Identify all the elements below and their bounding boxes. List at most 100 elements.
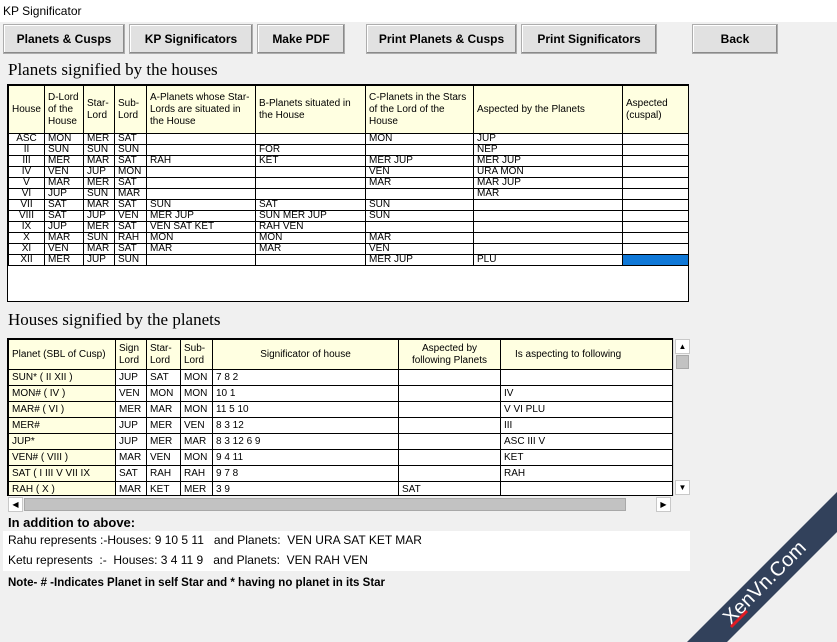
make-pdf-button[interactable]: Make PDF: [257, 24, 345, 54]
house-cell: NEP: [473, 144, 623, 156]
planets-cusps-button[interactable]: Planets & Cusps: [3, 24, 125, 54]
planet-cell: 3 9: [212, 481, 399, 495]
house-cell: SAT: [114, 133, 147, 145]
house-cell: [255, 177, 366, 189]
print-significators-button[interactable]: Print Significators: [521, 24, 657, 54]
house-cell: MAR: [44, 232, 84, 244]
planet-cell: JUP: [115, 417, 147, 434]
back-button[interactable]: Back: [692, 24, 778, 54]
scroll-left-button[interactable]: ◀: [8, 497, 23, 512]
planet-cell: [398, 433, 501, 450]
house-cell: RAH: [146, 155, 256, 167]
house-row[interactable]: IV VEN JUP MON VEN URA MON: [8, 166, 688, 178]
header-aspected-by: Aspected by the Planets: [473, 85, 623, 134]
house-row[interactable]: XI VEN MAR SAT MAR MAR VEN: [8, 243, 688, 255]
house-cell: MER: [83, 221, 115, 233]
house-cell: [622, 155, 688, 167]
house-cell: [473, 210, 623, 222]
house-cell: MAR: [146, 243, 256, 255]
house-cell: URA MON: [473, 166, 623, 178]
planet-cell: MER: [180, 481, 213, 495]
planet-row[interactable]: JUP* JUP MER MAR 8 3 12 6 9 ASC III V: [8, 433, 672, 450]
planet-cell: MON: [180, 401, 213, 418]
house-cell: RAH VEN: [255, 221, 366, 233]
planets-header-row: Planet (SBL of Cusp) Sign Lord Star-Lord…: [8, 339, 672, 370]
planet-cell: MAR: [115, 449, 147, 466]
house-row[interactable]: VII SAT MAR SAT SUN SAT SUN: [8, 199, 688, 211]
house-cell: [146, 166, 256, 178]
house-cell: VEN: [365, 243, 474, 255]
planet-row[interactable]: RAH ( X ) MAR KET MER 3 9 SAT: [8, 481, 672, 495]
house-cell: JUP: [44, 188, 84, 200]
house-cell: [146, 177, 256, 189]
toolbar: Planets & Cusps KP Significators Make PD…: [0, 22, 837, 56]
horizontal-scroll-thumb[interactable]: [24, 498, 626, 511]
house-row[interactable]: IX JUP MER SAT VEN SAT KET RAH VEN: [8, 221, 688, 233]
planet-row[interactable]: SUN* ( II XII ) JUP SAT MON 7 8 2: [8, 369, 672, 386]
planets-table: Planet (SBL of Cusp) Sign Lord Star-Lord…: [8, 339, 672, 495]
planet-cell: [398, 369, 501, 386]
print-planets-cusps-button[interactable]: Print Planets & Cusps: [366, 24, 517, 54]
vertical-scroll-thumb[interactable]: [676, 355, 689, 369]
house-cell: JUP: [83, 254, 115, 266]
header-b-planets: B-Planets situated in the House: [255, 85, 366, 134]
house-cell: SUN MER JUP: [255, 210, 366, 222]
planets-horizontal-scrollbar[interactable]: ◀ ▶: [7, 496, 673, 513]
header-planet: Planet (SBL of Cusp): [8, 339, 116, 370]
planet-cell: [398, 401, 501, 418]
scroll-up-button[interactable]: ▲: [675, 339, 690, 354]
planet-row[interactable]: MON# ( IV ) VEN MON MON 10 1 IV: [8, 385, 672, 402]
house-row[interactable]: ASC MON MER SAT MON JUP: [8, 133, 688, 145]
house-cell: XII: [8, 254, 45, 266]
houses-table: House D-Lord of the House Star-Lord Sub-…: [8, 85, 688, 266]
house-row[interactable]: III MER MAR SAT RAH KET MER JUP MER JUP: [8, 155, 688, 167]
house-row[interactable]: V MAR MER SAT MAR MAR JUP: [8, 177, 688, 189]
planet-cell: VEN: [115, 385, 147, 402]
house-cell: SUN: [83, 188, 115, 200]
house-cell: [622, 232, 688, 244]
house-row[interactable]: VI JUP SUN MAR MAR: [8, 188, 688, 200]
planet-cell: SAT: [146, 369, 181, 386]
planets-grid[interactable]: Planet (SBL of Cusp) Sign Lord Star-Lord…: [7, 338, 673, 496]
house-cell: [255, 166, 366, 178]
house-cell: MON: [114, 166, 147, 178]
house-cell: [473, 221, 623, 233]
kp-significators-button[interactable]: KP Significators: [129, 24, 253, 54]
house-cell: VEN: [114, 210, 147, 222]
house-cell: VI: [8, 188, 45, 200]
house-cell: V: [8, 177, 45, 189]
scroll-right-button[interactable]: ▶: [656, 497, 671, 512]
planet-row[interactable]: MER# JUP MER VEN 8 3 12 III: [8, 417, 672, 434]
house-cell: SAT: [114, 199, 147, 211]
planet-row[interactable]: SAT ( I III V VII IX SAT RAH RAH 9 7 8 RAH: [8, 465, 672, 482]
house-cell: JUP: [473, 133, 623, 145]
house-cell: SUN: [44, 144, 84, 156]
house-cell: MAR: [473, 188, 623, 200]
house-cell: II: [8, 144, 45, 156]
house-cell: [365, 144, 474, 156]
house-cell: PLU: [473, 254, 623, 266]
planets-vertical-scrollbar[interactable]: ▲ ▼: [673, 338, 690, 496]
house-cell: [622, 166, 688, 178]
planet-row[interactable]: VEN# ( VIII ) MAR VEN MON 9 4 11 KET: [8, 449, 672, 466]
house-cell: VEN SAT KET: [146, 221, 256, 233]
watermark-text: XenVn.Com: [719, 537, 811, 629]
house-row[interactable]: X MAR SUN RAH MON MON MAR: [8, 232, 688, 244]
header-aspected-by: Aspected by following Planets: [398, 339, 501, 370]
house-cell: [365, 221, 474, 233]
rahu-ketu-info-box: Rahu represents :-Houses: 9 10 5 11 and …: [3, 531, 690, 571]
house-cell: MON: [146, 232, 256, 244]
house-cell: VEN: [365, 166, 474, 178]
house-cell: MON: [44, 133, 84, 145]
house-cell: [365, 188, 474, 200]
house-row[interactable]: XII MER JUP SUN MER JUP PLU: [8, 254, 688, 266]
houses-grid[interactable]: House D-Lord of the House Star-Lord Sub-…: [7, 84, 689, 302]
house-cell: [146, 188, 256, 200]
planet-cell: VEN: [180, 417, 213, 434]
house-row[interactable]: VIII SAT JUP VEN MER JUP SUN MER JUP SUN: [8, 210, 688, 222]
planet-row[interactable]: MAR# ( VI ) MER MAR MON 11 5 10 V VI PLU: [8, 401, 672, 418]
house-cell: MON: [365, 133, 474, 145]
house-row[interactable]: II SUN SUN SUN FOR NEP: [8, 144, 688, 156]
header-is-aspecting: Is aspecting to following: [500, 339, 672, 370]
house-cell: SAT: [44, 210, 84, 222]
